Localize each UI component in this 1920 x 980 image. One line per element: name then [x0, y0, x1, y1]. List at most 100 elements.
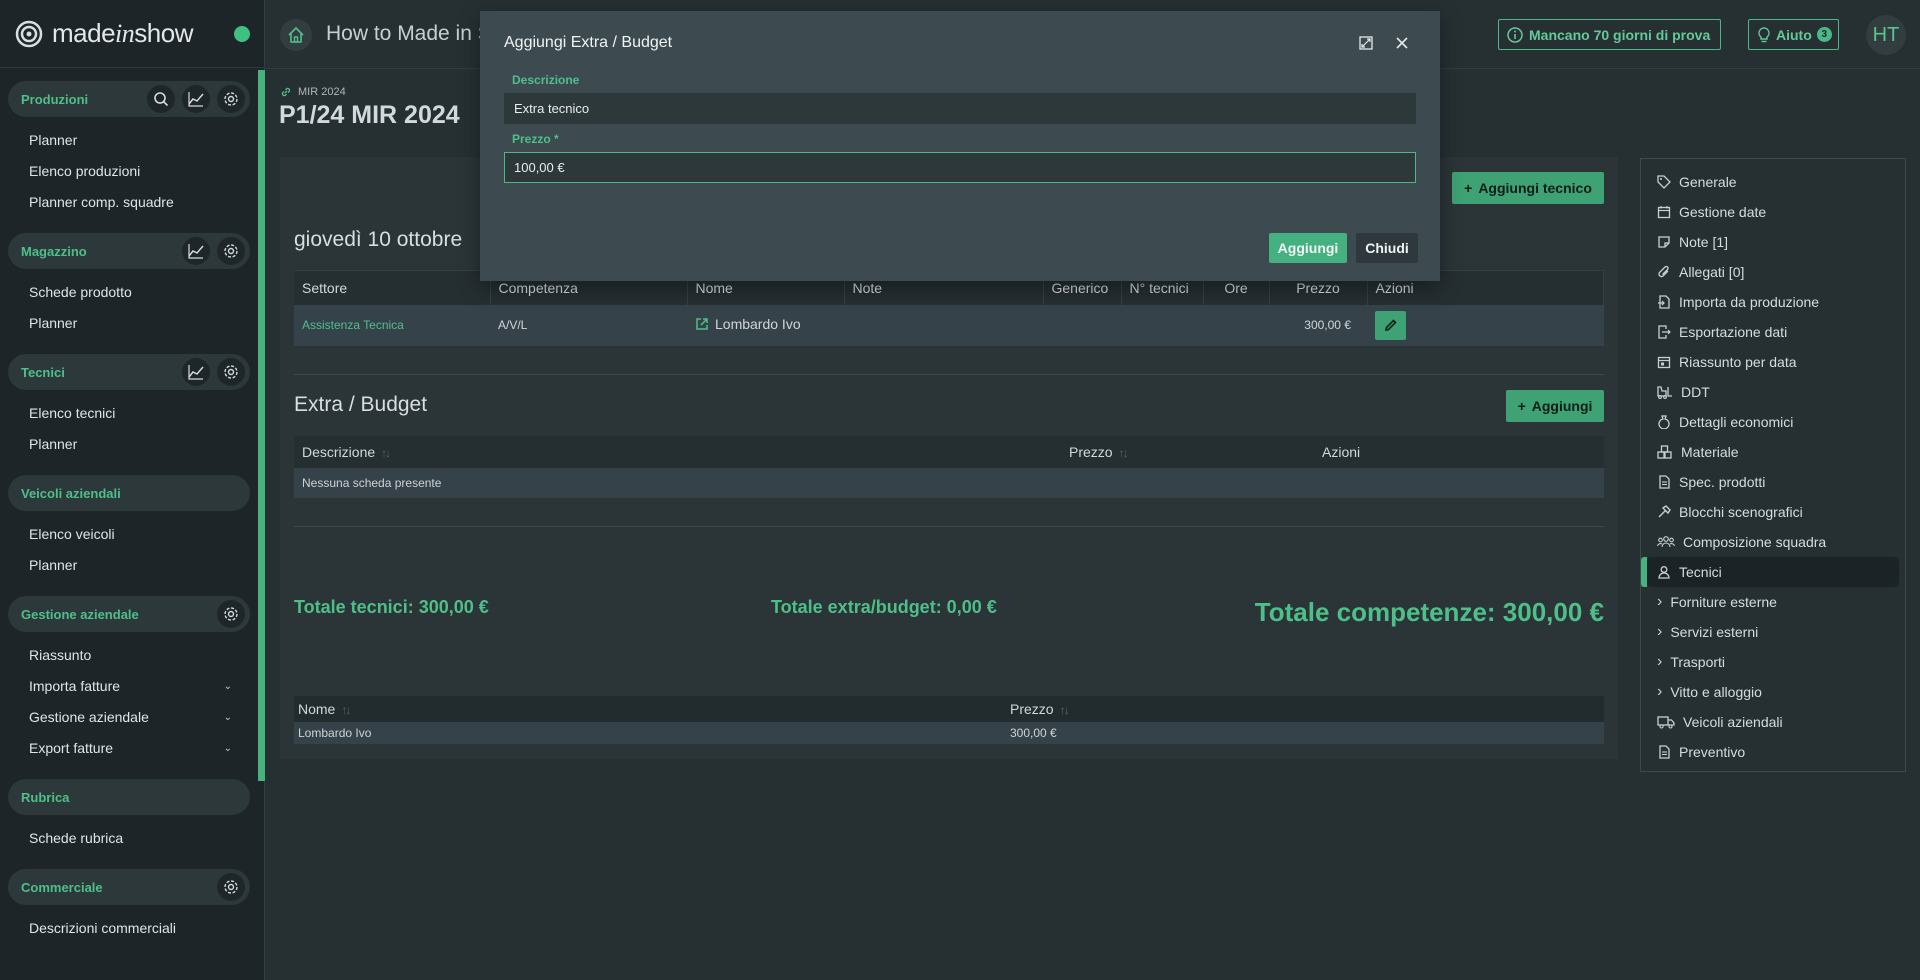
sidebar-item-elenco-tecnici[interactable]: Elenco tecnici — [8, 398, 250, 429]
nav-veicoli-aziendali[interactable]: Veicoli aziendali — [1641, 707, 1905, 737]
nav-ddt[interactable]: DDT — [1641, 377, 1905, 407]
forklift-icon — [1657, 386, 1672, 399]
sidebar-header-veicoli[interactable]: Veicoli aziendali — [8, 475, 250, 511]
sort-icon: ↑↓ — [381, 446, 391, 460]
sidebar-header-tecnici[interactable]: Tecnici — [8, 354, 250, 390]
maximize-icon[interactable] — [1358, 35, 1374, 51]
sidebar-header-gestione[interactable]: Gestione aziendale — [8, 596, 250, 632]
sidebar-item-planner-comp-squadre[interactable]: Planner comp. squadre — [8, 187, 250, 218]
sidebar-header-rubrica[interactable]: Rubrica — [8, 779, 250, 815]
nav-vitto-alloggio[interactable]: › Vitto e alloggio — [1641, 677, 1905, 707]
logo[interactable]: madeinshow — [0, 0, 264, 68]
nav-note[interactable]: Note [1] — [1641, 227, 1905, 257]
nav-allegati[interactable]: Allegati [0] — [1641, 257, 1905, 287]
chart-icon[interactable] — [182, 85, 210, 113]
sidebar-item-importa-fatture[interactable]: Importa fatture ⌄ — [8, 671, 250, 702]
home-button[interactable] — [280, 19, 312, 51]
close-icon[interactable] — [1394, 35, 1410, 51]
column-label: Prezzo — [1069, 444, 1113, 460]
section-title: Gestione aziendale — [21, 606, 139, 622]
col-settore[interactable]: Settore — [294, 270, 491, 305]
chart-icon[interactable] — [182, 358, 210, 386]
sidebar-item-elenco-produzioni[interactable]: Elenco produzioni — [8, 156, 250, 187]
close-button[interactable]: Chiudi — [1356, 233, 1418, 263]
nav-spec-prodotti[interactable]: Spec. prodotti — [1641, 467, 1905, 497]
technician-icon — [1658, 566, 1670, 579]
sidebar-item-schede-rubrica[interactable]: Schede rubrica — [8, 823, 250, 854]
sidebar-item-planner[interactable]: Planner — [8, 308, 250, 339]
gear-icon[interactable] — [217, 237, 245, 265]
nav-tecnici[interactable]: Tecnici — [1641, 557, 1899, 587]
total-extra: Totale extra/budget: 0,00 € — [771, 597, 997, 617]
section-title: Veicoli aziendali — [21, 485, 121, 501]
gear-icon[interactable] — [217, 358, 245, 386]
sidebar-item-export-fatture[interactable]: Export fatture ⌄ — [8, 733, 250, 764]
sidebar-header-produzioni[interactable]: Produzioni — [8, 81, 250, 117]
nav-generale[interactable]: Generale — [1641, 167, 1905, 197]
cell-ore — [1203, 304, 1269, 347]
nav-composizione-squadra[interactable]: Composizione squadra — [1641, 527, 1905, 557]
avatar[interactable]: HT — [1866, 15, 1906, 55]
sort-icon: ↑↓ — [1118, 446, 1129, 460]
column-label: Prezzo — [1010, 701, 1054, 717]
cell-azioni — [1367, 304, 1604, 347]
button-label: Aggiungi — [1531, 398, 1593, 414]
sidebar-item-elenco-veicoli[interactable]: Elenco veicoli — [8, 519, 250, 550]
nav-preventivo[interactable]: Preventivo — [1641, 737, 1905, 767]
sidebar-item-descrizioni-commerciali[interactable]: Descrizioni commerciali — [8, 913, 250, 944]
sidebar-item-planner[interactable]: Planner — [8, 125, 250, 156]
table-row: Lombardo Ivo 300,00 € — [294, 722, 1604, 744]
breadcrumb[interactable]: MIR 2024 — [280, 86, 346, 98]
truck-icon — [1657, 716, 1675, 729]
sidebar-header-magazzino[interactable]: Magazzino — [8, 233, 250, 269]
help-button[interactable]: Aiuto 3 — [1748, 19, 1839, 50]
sidebar-header-commerciale[interactable]: Commerciale — [8, 869, 250, 905]
add-extra-button[interactable]: + Aggiungi — [1506, 390, 1604, 422]
divider — [294, 526, 1604, 527]
nav-importa-produzione[interactable]: Importa da produzione — [1641, 287, 1905, 317]
descrizione-input[interactable] — [504, 93, 1416, 124]
cell-note — [844, 304, 1043, 347]
gear-icon[interactable] — [217, 85, 245, 113]
sidebar-item-schede-prodotto[interactable]: Schede prodotto — [8, 277, 250, 308]
sidebar-item-riassunto[interactable]: Riassunto — [8, 640, 250, 671]
search-icon[interactable] — [147, 85, 175, 113]
nav-forniture-esterne[interactable]: › Forniture esterne — [1641, 587, 1905, 617]
nav-riassunto-per-data[interactable]: Riassunto per data — [1641, 347, 1905, 377]
sidebar-item-planner[interactable]: Planner — [8, 550, 250, 581]
cell-nome[interactable]: Lombardo Ivo — [687, 304, 844, 347]
col-prezzo[interactable]: Prezzo ↑↓ — [1061, 436, 1314, 468]
home-icon — [288, 26, 304, 43]
nav-dettagli-economici[interactable]: Dettagli economici — [1641, 407, 1905, 437]
calendar-icon — [1657, 206, 1671, 219]
trial-badge[interactable]: Mancano 70 giorni di prova — [1498, 19, 1722, 50]
gear-icon[interactable] — [217, 873, 245, 901]
col-descrizione[interactable]: Descrizione ↑↓ — [294, 436, 1061, 468]
nav-label: Composizione squadra — [1683, 534, 1827, 550]
empty-row: Nessuna scheda presente — [294, 468, 1604, 498]
column-label: Descrizione — [302, 444, 376, 460]
sidebar-section-commerciale: Commerciale Descrizioni commerciali — [8, 869, 250, 944]
nav-materiale[interactable]: Materiale — [1641, 437, 1905, 467]
nav-label: Preventivo — [1679, 744, 1746, 760]
add-button[interactable]: Aggiungi — [1269, 233, 1347, 263]
hammer-icon — [1658, 505, 1671, 518]
status-dot — [234, 26, 250, 42]
edit-button[interactable] — [1375, 310, 1406, 340]
col-prezzo[interactable]: Prezzo ↑↓ — [1006, 696, 1604, 722]
add-technician-button[interactable]: + Aggiungi tecnico — [1452, 172, 1604, 204]
sidebar-item-planner[interactable]: Planner — [8, 429, 250, 460]
nav-gestione-date[interactable]: Gestione date — [1641, 197, 1905, 227]
nav-esportazione-dati[interactable]: Esportazione dati — [1641, 317, 1905, 347]
table-row[interactable]: Assistenza Tecnica A/V/L Lombardo Ivo 30… — [294, 304, 1604, 347]
chart-icon[interactable] — [182, 237, 210, 265]
sidebar-item-gestione-aziendale[interactable]: Gestione aziendale ⌄ — [8, 702, 250, 733]
nav-servizi-esterni[interactable]: › Servizi esterni — [1641, 617, 1905, 647]
col-nome[interactable]: Nome ↑↓ — [294, 696, 1006, 722]
gear-icon[interactable] — [217, 600, 245, 628]
nav-trasporti[interactable]: › Trasporti — [1641, 647, 1905, 677]
cell-prezzo: 300,00 € — [1269, 304, 1367, 347]
nav-blocchi-scenografici[interactable]: Blocchi scenografici — [1641, 497, 1905, 527]
prezzo-input[interactable] — [504, 152, 1416, 183]
nav-label: Note [1] — [1679, 234, 1729, 250]
